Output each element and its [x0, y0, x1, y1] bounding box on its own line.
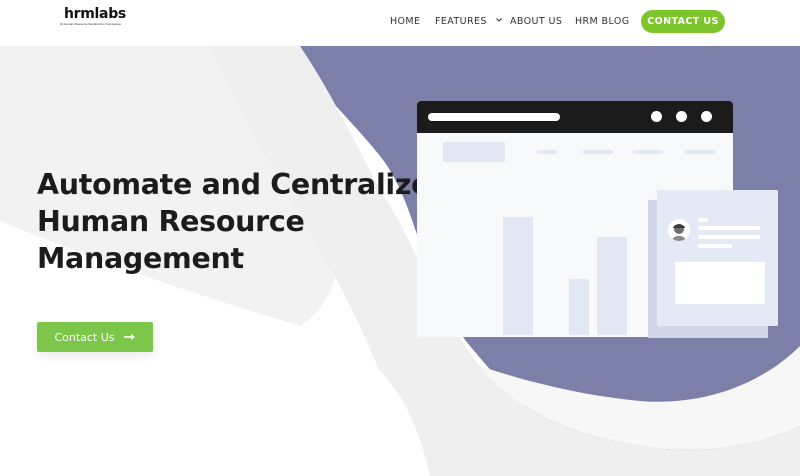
- mock-bar: [503, 217, 533, 335]
- address-bar: [428, 113, 560, 121]
- mock-menu-line: [537, 150, 557, 154]
- nav-features[interactable]: FEATURES: [435, 16, 503, 27]
- contact-us-button-label: Contact Us: [54, 330, 115, 344]
- nav-home[interactable]: HOME: [390, 16, 420, 27]
- arrow-right-icon: [123, 334, 135, 340]
- mock-bar: [597, 237, 627, 335]
- hero-headline: Automate and Centralize Human Resource M…: [37, 166, 457, 277]
- card-content-box: [675, 262, 765, 304]
- hero-headline-line-1: Automate and Centralize: [37, 168, 431, 201]
- mock-menu-line: [685, 150, 715, 154]
- hero-headline-line-3: Management: [37, 242, 244, 275]
- user-avatar-icon: [668, 219, 690, 241]
- mock-menu-line: [633, 150, 663, 154]
- card-text-line: [698, 235, 760, 239]
- card-text-line: [698, 226, 760, 230]
- card-text-line: [698, 218, 708, 222]
- card-text-line: [698, 244, 732, 248]
- main-nav: HOME FEATURES ABOUT US HRM BLOG CONTACT …: [0, 0, 800, 46]
- window-dot: [676, 111, 687, 122]
- mock-bar: [569, 279, 589, 335]
- hero-headline-line-2: Human Resource: [37, 205, 305, 238]
- window-dot: [651, 111, 662, 122]
- profile-card-illustration: [657, 190, 778, 326]
- nav-hrm-blog[interactable]: HRM BLOG: [575, 16, 629, 27]
- mock-logo-block: [443, 142, 505, 162]
- contact-us-button[interactable]: Contact Us: [37, 322, 153, 352]
- window-dot: [701, 111, 712, 122]
- nav-features-label: FEATURES: [435, 16, 487, 27]
- site-header: hrmlabs #1 Human Resource Standard for C…: [0, 0, 800, 46]
- chevron-down-icon: [496, 18, 503, 22]
- browser-toolbar: [417, 101, 733, 133]
- mock-menu-line: [583, 150, 613, 154]
- nav-about-us[interactable]: ABOUT US: [510, 16, 562, 27]
- contact-us-nav-button[interactable]: CONTACT US: [641, 10, 725, 33]
